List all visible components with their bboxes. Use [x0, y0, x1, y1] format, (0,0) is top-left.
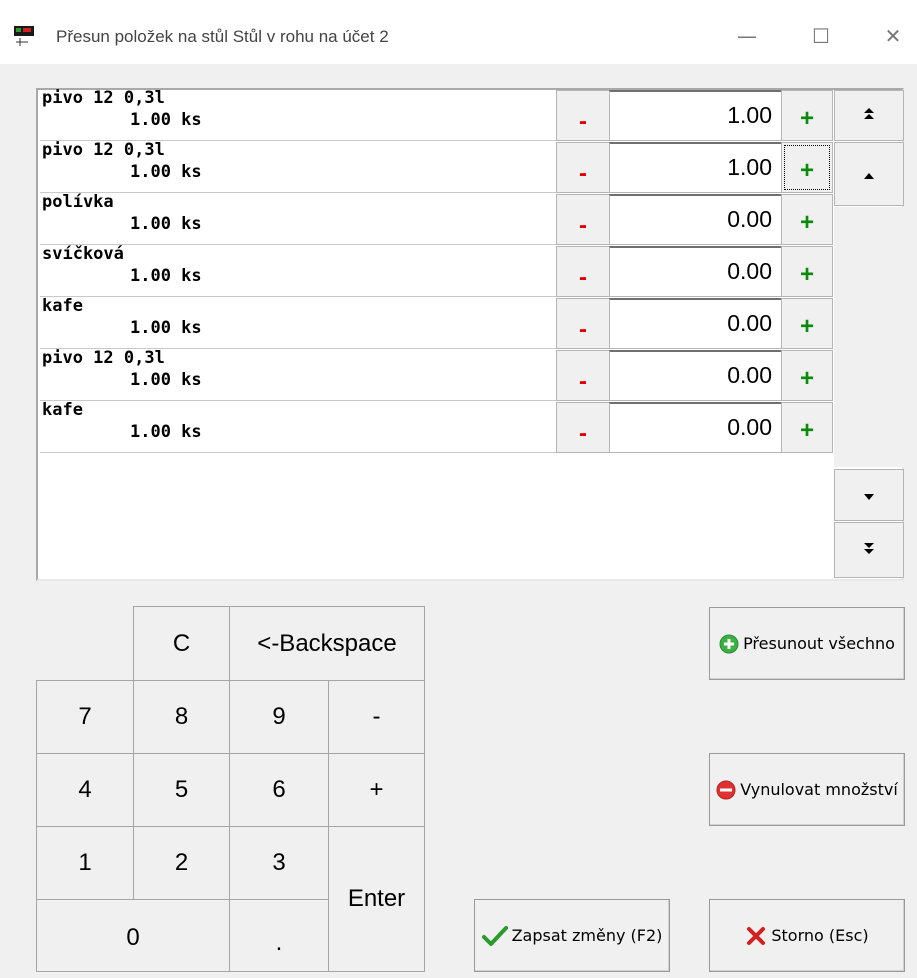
key-2[interactable]: 2 — [133, 826, 230, 900]
move-quantity-field[interactable]: 0.00 — [609, 298, 783, 349]
item-name: kafe — [42, 296, 83, 316]
item-quantity: 1.00 ks — [130, 214, 202, 234]
key-backspace[interactable]: <-Backspace — [229, 606, 425, 681]
item-row[interactable]: pivo 12 0,3l 1.00 ks — [40, 348, 558, 401]
no-entry-icon — [716, 780, 736, 800]
key-6[interactable]: 6 — [229, 753, 329, 827]
scroll-up-button[interactable] — [834, 142, 904, 206]
move-quantity-field[interactable]: 1.00 — [609, 90, 783, 141]
move-quantity-field[interactable]: 0.00 — [609, 194, 783, 245]
item-name: pivo 12 0,3l — [42, 88, 165, 108]
maximize-button[interactable]: ☐ — [796, 14, 846, 58]
double-chevron-down-icon — [862, 540, 876, 560]
save-button[interactable]: Zapsat změny (F2) — [474, 899, 670, 972]
double-chevron-up-icon — [862, 106, 876, 126]
save-label: Zapsat změny (F2) — [511, 926, 663, 945]
item-quantity: 1.00 ks — [130, 370, 202, 390]
increase-button[interactable]: + — [781, 298, 833, 349]
minimize-button[interactable]: — — [722, 14, 772, 58]
decrease-button[interactable]: - — [556, 402, 610, 453]
decrease-button[interactable]: - — [556, 246, 610, 297]
item-quantity: 1.00 ks — [130, 266, 202, 286]
key-3[interactable]: 3 — [229, 826, 329, 900]
scroll-track[interactable] — [834, 207, 904, 467]
reset-quantity-label: Vynulovat množství — [740, 780, 898, 799]
item-row[interactable]: kafe 1.00 ks — [40, 296, 558, 349]
item-name: pivo 12 0,3l — [42, 348, 165, 368]
item-quantity: 1.00 ks — [130, 162, 202, 182]
scroll-top-button[interactable] — [834, 90, 904, 141]
key-0[interactable]: 0 — [36, 899, 230, 972]
chevron-up-icon — [863, 165, 875, 184]
increase-button[interactable]: + — [781, 246, 833, 297]
decrease-button[interactable]: - — [556, 90, 610, 141]
item-quantity: 1.00 ks — [130, 422, 202, 442]
item-row[interactable]: pivo 12 0,3l 1.00 ks — [40, 140, 558, 193]
decrease-button[interactable]: - — [556, 298, 610, 349]
move-all-label: Přesunout všechno — [743, 634, 895, 653]
checkmark-icon — [481, 925, 508, 947]
key-5[interactable]: 5 — [133, 753, 230, 827]
close-icon: ✕ — [884, 24, 902, 48]
item-quantity: 1.00 ks — [130, 110, 202, 130]
move-quantity-field[interactable]: 1.00 — [609, 142, 783, 193]
add-circle-icon — [719, 634, 739, 654]
scroll-down-button[interactable] — [834, 469, 904, 521]
item-name: svíčková — [42, 244, 124, 264]
key-plus[interactable]: + — [328, 753, 425, 827]
decrease-button[interactable]: - — [556, 194, 610, 245]
key-1[interactable]: 1 — [36, 826, 134, 900]
key-7[interactable]: 7 — [36, 680, 134, 754]
key-minus[interactable]: - — [328, 680, 425, 754]
item-row[interactable]: svíčková 1.00 ks — [40, 244, 558, 297]
decrease-button[interactable]: - — [556, 142, 610, 193]
minimize-icon: — — [737, 24, 757, 48]
key-9[interactable]: 9 — [229, 680, 329, 754]
item-name: polívka — [42, 192, 114, 212]
reset-quantity-button[interactable]: Vynulovat množství — [709, 753, 905, 826]
move-quantity-field[interactable]: 0.00 — [609, 246, 783, 297]
item-list: pivo 12 0,3l 1.00 ks -1.00 + pivo 12 0,3l 1.0… — [36, 88, 904, 581]
item-row[interactable]: polívka 1.00 ks — [40, 192, 558, 245]
item-name: pivo 12 0,3l — [42, 140, 165, 160]
key-8[interactable]: 8 — [133, 680, 230, 754]
scroll-bottom-button[interactable] — [834, 522, 904, 578]
app-icon — [14, 26, 34, 46]
item-row[interactable]: kafe 1.00 ks — [40, 400, 558, 453]
key-dot[interactable]: . — [229, 899, 329, 972]
increase-button[interactable]: + — [781, 402, 833, 453]
item-row[interactable]: pivo 12 0,3l 1.00 ks — [40, 88, 558, 141]
move-quantity-field[interactable]: 0.00 — [609, 402, 783, 453]
key-enter[interactable]: Enter — [328, 826, 425, 972]
chevron-down-icon — [863, 486, 875, 505]
cancel-label: Storno (Esc) — [771, 926, 869, 945]
move-quantity-field[interactable]: 0.00 — [609, 350, 783, 401]
key-clear[interactable]: C — [133, 606, 230, 681]
maximize-icon: ☐ — [812, 24, 830, 48]
item-name: kafe — [42, 400, 83, 420]
window-title: Přesun položek na stůl Stůl v rohu na úč… — [56, 27, 389, 46]
increase-button[interactable]: + — [781, 142, 833, 193]
close-button[interactable]: ✕ — [868, 14, 917, 58]
increase-button[interactable]: + — [781, 350, 833, 401]
increase-button[interactable]: + — [781, 90, 833, 141]
cancel-button[interactable]: Storno (Esc) — [709, 899, 905, 972]
item-quantity: 1.00 ks — [130, 318, 202, 338]
key-4[interactable]: 4 — [36, 753, 134, 827]
x-icon — [745, 925, 767, 947]
increase-button[interactable]: + — [781, 194, 833, 245]
decrease-button[interactable]: - — [556, 350, 610, 401]
move-all-button[interactable]: Přesunout všechno — [709, 607, 905, 680]
